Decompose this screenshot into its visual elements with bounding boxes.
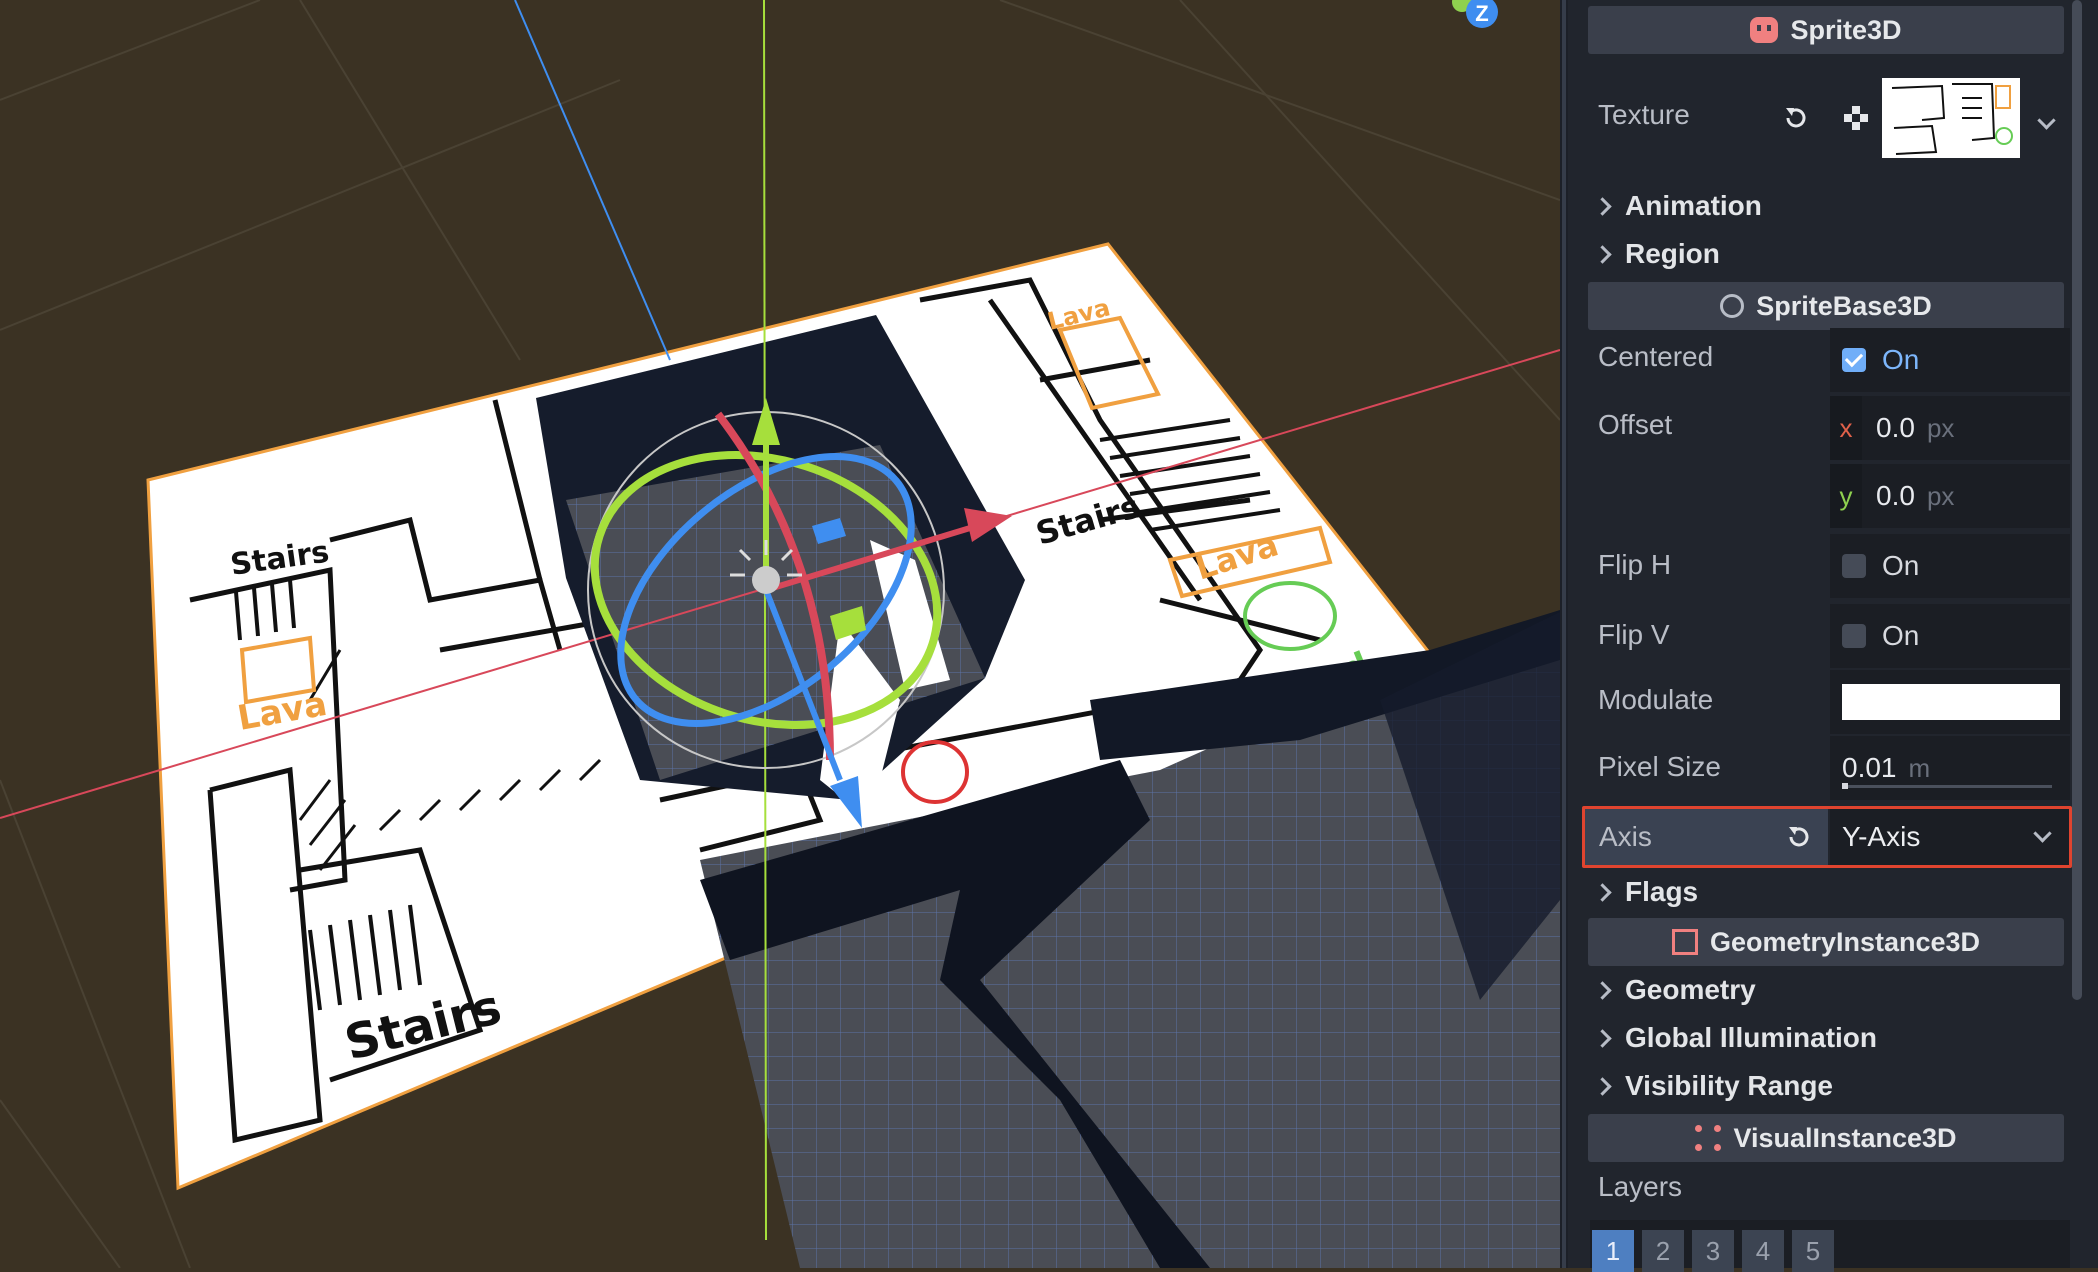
checkerboard-icon[interactable] — [1840, 102, 1872, 134]
orientation-gizmo: Z — [1452, 0, 1498, 28]
flip-v-value: On — [1882, 620, 1920, 651]
layer-button-4[interactable]: 4 — [1742, 1230, 1784, 1272]
modulate-color-swatch[interactable] — [1842, 684, 2060, 720]
flip-v-label: Flip V — [1598, 619, 1670, 650]
x-axis-tag: x — [1830, 396, 1862, 460]
inspector-scrollbar[interactable] — [2072, 0, 2082, 1000]
pixel-size-slider[interactable] — [1842, 783, 2052, 789]
section-title: VisualInstance3D — [1733, 1122, 1957, 1153]
layer-button-3[interactable]: 3 — [1692, 1230, 1734, 1272]
centered-label: Centered — [1598, 341, 1714, 372]
centered-value: On — [1882, 344, 1920, 375]
section-title: Sprite3D — [1790, 14, 1902, 45]
group-animation[interactable]: Animation — [1593, 184, 1762, 228]
modulate-field[interactable] — [1830, 670, 2070, 734]
layer-button-5[interactable]: 5 — [1792, 1230, 1834, 1272]
section-visualinstance3d[interactable]: VisualInstance3D — [1588, 1114, 2064, 1162]
3d-viewport[interactable]: Stairs Lava Stairs Stairs Lava Lava End — [0, 0, 1560, 1268]
panel-splitter[interactable] — [1560, 0, 1568, 1268]
section-sprite3d[interactable]: Sprite3D — [1588, 6, 2064, 54]
pixel-size-label: Pixel Size — [1598, 751, 1721, 782]
axis-dropdown-value: Y-Axis — [1842, 821, 1921, 852]
texture-thumbnail — [1891, 83, 2013, 155]
flip-v-checkbox[interactable]: On — [1830, 604, 2070, 668]
axis-dropdown[interactable]: Y-Axis — [1830, 809, 2069, 865]
axis-row[interactable]: Axis Y-Axis — [1582, 806, 2072, 868]
z-axis-line — [514, 0, 671, 361]
section-title: GeometryInstance3D — [1709, 926, 1981, 957]
offset-label: Offset — [1598, 409, 1673, 440]
visual-instance-icon — [1695, 1125, 1722, 1151]
flip-h-checkbox[interactable]: On — [1830, 534, 2070, 598]
offset-x-field[interactable]: x 0.0 px — [1830, 396, 2070, 460]
pixel-size-unit: m — [1908, 752, 1931, 783]
checkbox-checked-icon — [1842, 348, 1866, 372]
chevron-right-icon — [1593, 244, 1612, 264]
chevron-right-icon — [1593, 980, 1612, 1000]
layer-button-1[interactable]: 1 — [1592, 1230, 1634, 1272]
offset-y-unit: px — [1926, 480, 1955, 511]
group-label: Region — [1625, 238, 1720, 269]
group-label: Visibility Range — [1625, 1070, 1833, 1101]
layer-button-2[interactable]: 2 — [1642, 1230, 1684, 1272]
offset-y-field[interactable]: y 0.0 px — [1830, 464, 2070, 528]
group-visibility-range[interactable]: Visibility Range — [1593, 1064, 1833, 1108]
chevron-right-icon — [1593, 1028, 1612, 1048]
checkbox-unchecked-icon — [1842, 554, 1866, 578]
centered-checkbox[interactable]: On — [1830, 328, 2070, 392]
group-geometry[interactable]: Geometry — [1593, 968, 1756, 1012]
texture-preview[interactable] — [1882, 78, 2020, 158]
circle-icon — [1720, 294, 1745, 318]
group-global-illumination[interactable]: Global Illumination — [1593, 1016, 1877, 1060]
pixel-size-value: 0.01 — [1842, 752, 1897, 783]
gizmo-z-label: Z — [1475, 1, 1488, 26]
section-geometryinstance3d[interactable]: GeometryInstance3D — [1588, 918, 2064, 966]
group-label: Global Illumination — [1625, 1022, 1877, 1053]
sprite3d-icon — [1750, 17, 1779, 43]
layers-label: Layers — [1598, 1171, 1683, 1202]
chevron-right-icon — [1593, 196, 1612, 216]
group-region[interactable]: Region — [1593, 232, 1720, 276]
offset-x-value: 0.0 — [1876, 412, 1915, 443]
checkbox-unchecked-icon — [1842, 624, 1866, 648]
section-title: SpriteBase3D — [1756, 290, 1932, 321]
chevron-down-icon — [2033, 824, 2052, 843]
inspector-panel: Sprite3D Texture Animation Region Sprite… — [1568, 0, 2098, 1272]
flip-h-label: Flip H — [1598, 549, 1672, 580]
flip-h-value: On — [1882, 550, 1920, 581]
chevron-down-icon[interactable] — [2037, 111, 2056, 130]
y-axis-tag: y — [1830, 464, 1862, 528]
reset-icon[interactable] — [1780, 102, 1812, 134]
chevron-right-icon — [1593, 1076, 1612, 1096]
group-label: Geometry — [1625, 974, 1756, 1005]
reset-icon[interactable] — [1783, 821, 1815, 853]
group-label: Animation — [1625, 190, 1762, 221]
axis-label: Axis — [1599, 821, 1652, 852]
geometry-icon — [1671, 929, 1698, 955]
texture-label: Texture — [1598, 99, 1690, 130]
offset-x-unit: px — [1926, 412, 1955, 443]
group-label: Flags — [1625, 876, 1699, 907]
group-flags[interactable]: Flags — [1593, 870, 1699, 914]
pixel-size-field[interactable]: 0.01 m — [1830, 736, 2070, 800]
chevron-right-icon — [1593, 882, 1612, 902]
section-spritebase3d[interactable]: SpriteBase3D — [1588, 282, 2064, 330]
offset-y-value: 0.0 — [1876, 480, 1915, 511]
modulate-label: Modulate — [1598, 684, 1714, 715]
viewport-scene: Stairs Lava Stairs Stairs Lava Lava End — [0, 0, 1560, 1268]
